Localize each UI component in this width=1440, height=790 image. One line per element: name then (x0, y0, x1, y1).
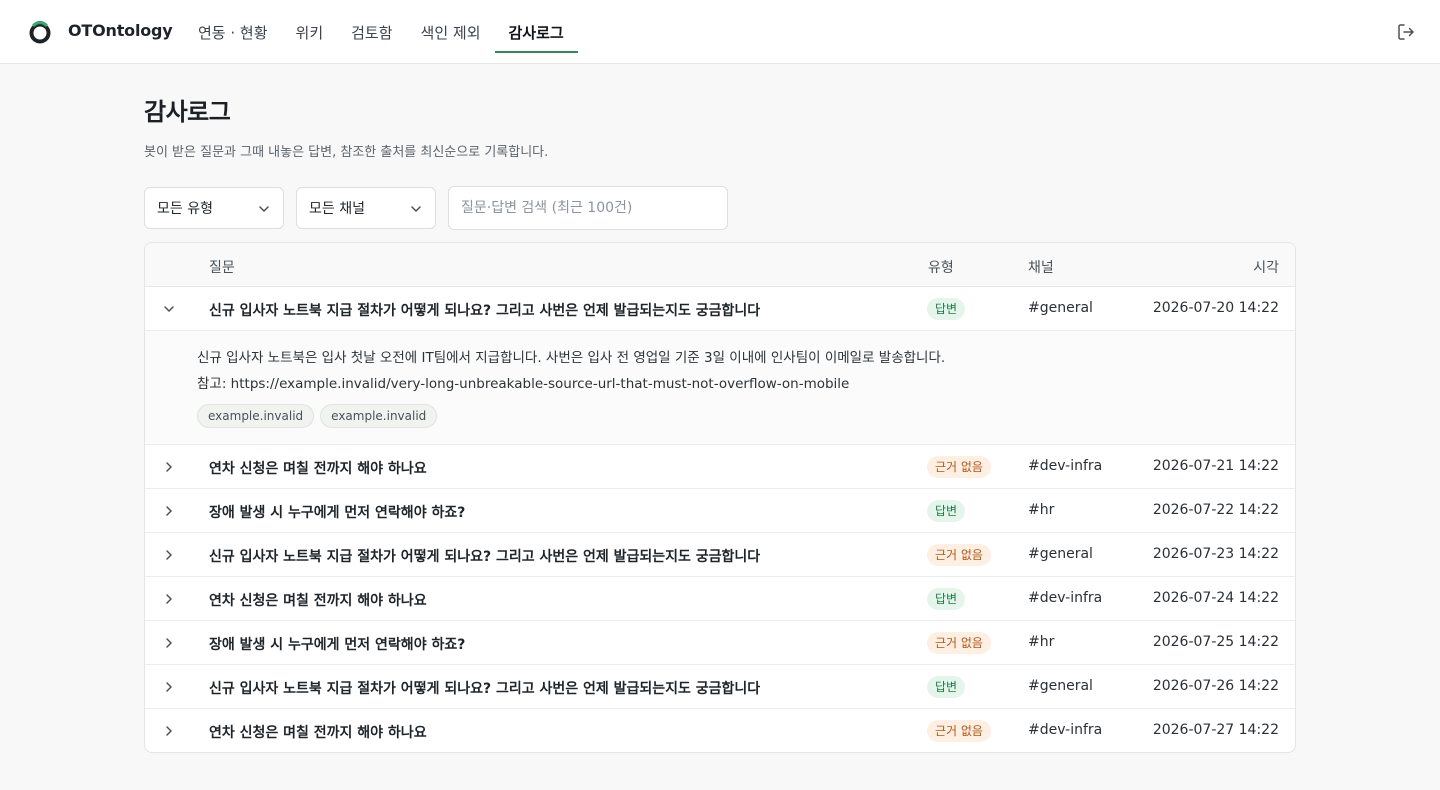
row-channel: #general (1028, 546, 1093, 562)
column-header-time: 시각 (1253, 260, 1279, 276)
chevron-down-icon[interactable] (161, 301, 177, 317)
row-time: 2026-07-27 14:22 (1152, 722, 1279, 738)
nav-item-audit-log[interactable]: 감사로그 (494, 0, 578, 64)
row-detail-panel: 신규 입사자 노트북은 입사 첫날 오전에 IT팀에서 지급합니다. 사번은 입… (145, 331, 1295, 445)
column-header-channel: 채널 (1028, 260, 1054, 276)
nav-item-review[interactable]: 검토함 (337, 0, 406, 64)
top-bar: OTOntology 연동 · 현황 위키 검토함 색인 제외 감사로그 (0, 0, 1440, 64)
ring-logo-icon[interactable] (28, 20, 52, 44)
table-row[interactable]: 연차 신청은 며칠 전까지 해야 하나요 답변 #dev-infra 2026-… (145, 577, 1295, 621)
row-time: 2026-07-21 14:22 (1152, 458, 1279, 474)
row-channel: #dev-infra (1028, 458, 1103, 474)
table-row[interactable]: 연차 신청은 며칠 전까지 해야 하나요 근거 없음 #dev-infra 20… (145, 445, 1295, 489)
type-badge: 근거 없음 (927, 632, 991, 654)
page-title: 감사로그 (144, 98, 231, 126)
brand-name[interactable]: OTOntology (68, 21, 173, 40)
table-row[interactable]: 장애 발생 시 누구에게 먼저 연락해야 하죠? 답변 #hr 2026-07-… (145, 489, 1295, 533)
type-badge: 답변 (927, 676, 966, 698)
nav-item-wiki[interactable]: 위키 (282, 0, 338, 64)
row-question: 연차 신청은 며칠 전까지 해야 하나요 (209, 461, 427, 477)
nav-item-index-exclusion[interactable]: 색인 제외 (407, 0, 495, 64)
table-row[interactable]: 신규 입사자 노트북 지급 절차가 어떻게 되나요? 그리고 사번은 언제 발급… (145, 287, 1295, 331)
type-badge: 근거 없음 (927, 544, 991, 566)
row-question: 연차 신청은 며칠 전까지 해야 하나요 (209, 725, 427, 741)
type-filter-label: 모든 유형 (157, 201, 213, 217)
chevron-right-icon[interactable] (161, 547, 177, 563)
chevron-right-icon[interactable] (161, 459, 177, 475)
logout-icon[interactable] (1396, 22, 1416, 42)
detail-answer: 신규 입사자 노트북은 입사 첫날 오전에 IT팀에서 지급합니다. 사번은 입… (197, 350, 946, 366)
source-chip[interactable]: example.invalid (197, 404, 315, 428)
chevron-right-icon[interactable] (161, 679, 177, 695)
source-chip[interactable]: example.invalid (320, 404, 438, 428)
channel-filter-label: 모든 채널 (309, 201, 365, 217)
table-row[interactable]: 신규 입사자 노트북 지급 절차가 어떻게 되나요? 그리고 사번은 언제 발급… (145, 533, 1295, 577)
audit-log-table: 질문 유형 채널 시각 신규 입사자 노트북 지급 절차가 어떻게 되나요? 그… (144, 242, 1296, 753)
type-filter-select[interactable]: 모든 유형 (144, 187, 284, 229)
main-nav: 연동 · 현황 위키 검토함 색인 제외 감사로그 (184, 0, 578, 64)
channel-filter-select[interactable]: 모든 채널 (296, 187, 436, 229)
row-question: 장애 발생 시 누구에게 먼저 연락해야 하죠? (209, 637, 466, 653)
table-row[interactable]: 신규 입사자 노트북 지급 절차가 어떻게 되나요? 그리고 사번은 언제 발급… (145, 665, 1295, 709)
search-input[interactable] (448, 186, 728, 230)
chevron-down-icon (259, 206, 269, 212)
type-badge: 답변 (927, 298, 966, 320)
row-question: 신규 입사자 노트북 지급 절차가 어떻게 되나요? 그리고 사번은 언제 발급… (209, 549, 761, 565)
column-header-type: 유형 (928, 260, 954, 276)
chevron-right-icon[interactable] (161, 503, 177, 519)
detail-reference: 참고: https://example.invalid/very-long-un… (197, 376, 850, 392)
row-channel: #hr (1028, 634, 1055, 650)
row-question: 장애 발생 시 누구에게 먼저 연락해야 하죠? (209, 505, 466, 521)
table-row[interactable]: 장애 발생 시 누구에게 먼저 연락해야 하죠? 근거 없음 #hr 2026-… (145, 621, 1295, 665)
type-badge: 답변 (927, 500, 966, 522)
row-time: 2026-07-26 14:22 (1152, 678, 1279, 694)
row-channel: #hr (1028, 502, 1055, 518)
row-question: 연차 신청은 며칠 전까지 해야 하나요 (209, 593, 427, 609)
row-channel: #dev-infra (1028, 722, 1103, 738)
source-chips: example.invalid example.invalid (197, 404, 438, 428)
chevron-down-icon (411, 206, 421, 212)
page-description: 봇이 받은 질문과 그때 내놓은 답변, 참조한 출처를 최신순으로 기록합니다… (144, 145, 549, 160)
column-header-question: 질문 (209, 260, 235, 276)
table-row[interactable]: 연차 신청은 며칠 전까지 해야 하나요 근거 없음 #dev-infra 20… (145, 709, 1295, 752)
chevron-right-icon[interactable] (161, 723, 177, 739)
row-channel: #general (1028, 678, 1093, 694)
nav-item-integration[interactable]: 연동 · 현황 (184, 0, 282, 64)
type-badge: 답변 (927, 588, 966, 610)
type-badge: 근거 없음 (927, 720, 991, 742)
row-channel: #general (1028, 300, 1093, 316)
row-channel: #dev-infra (1028, 590, 1103, 606)
row-time: 2026-07-22 14:22 (1152, 502, 1279, 518)
chevron-right-icon[interactable] (161, 635, 177, 651)
row-time: 2026-07-20 14:22 (1152, 300, 1279, 316)
row-question: 신규 입사자 노트북 지급 절차가 어떻게 되나요? 그리고 사번은 언제 발급… (209, 681, 761, 697)
row-question: 신규 입사자 노트북 지급 절차가 어떻게 되나요? 그리고 사번은 언제 발급… (209, 303, 761, 319)
chevron-right-icon[interactable] (161, 591, 177, 607)
row-time: 2026-07-25 14:22 (1152, 634, 1279, 650)
row-time: 2026-07-24 14:22 (1152, 590, 1279, 606)
type-badge: 근거 없음 (927, 456, 991, 478)
row-time: 2026-07-23 14:22 (1152, 546, 1279, 562)
table-header: 질문 유형 채널 시각 (145, 243, 1295, 287)
